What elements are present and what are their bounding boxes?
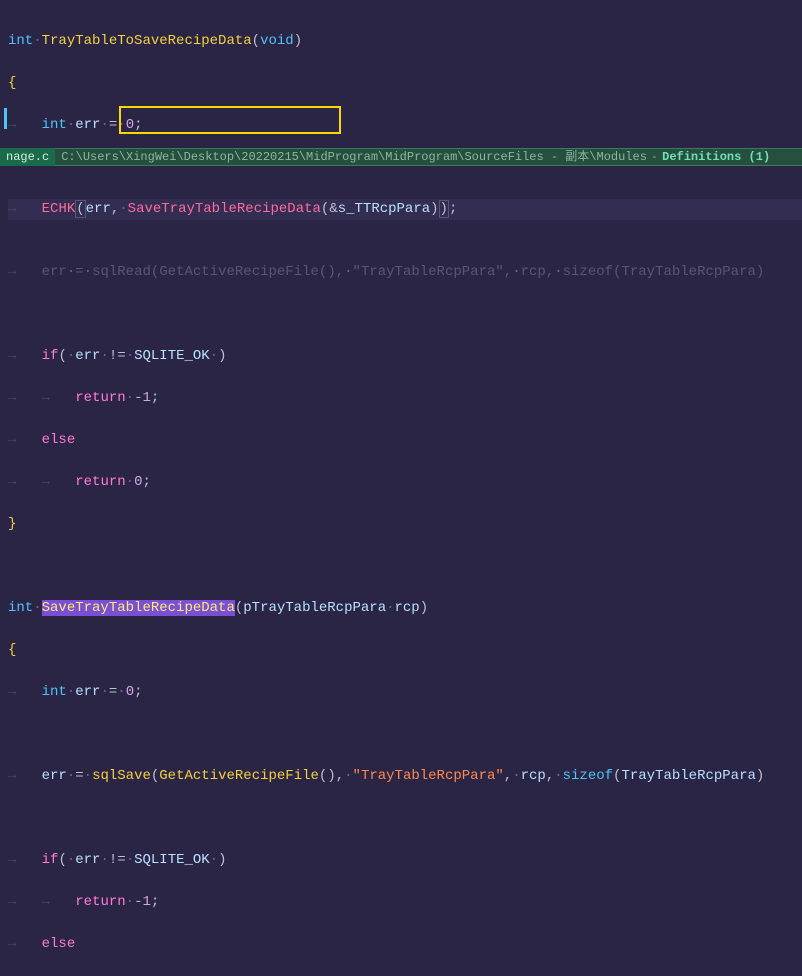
keyword-else: else bbox=[42, 432, 76, 448]
peek-definitions-count[interactable]: Definitions (1) bbox=[662, 148, 770, 166]
selected-function-name: SaveTrayTableRecipeData bbox=[42, 600, 235, 616]
variable: err bbox=[86, 201, 111, 217]
gutter-modified-indicator bbox=[4, 108, 7, 129]
code-line[interactable]: → → return·0; bbox=[8, 472, 802, 493]
code-line[interactable]: → err·=·sqlSave(GetActiveRecipeFile(),·"… bbox=[8, 766, 802, 787]
ws: · bbox=[33, 33, 41, 49]
code-line[interactable]: → int·err·=·0; bbox=[8, 682, 802, 703]
code-line[interactable]: → int·err·=·0; bbox=[8, 115, 802, 136]
keyword: int bbox=[8, 33, 33, 49]
variable: err bbox=[75, 117, 100, 133]
string: "TrayTableRcpPara" bbox=[353, 768, 504, 784]
code-line[interactable] bbox=[8, 808, 802, 829]
code-line[interactable]: → if(·err·!=·SQLITE_OK·) bbox=[8, 850, 802, 871]
function-call: SaveTrayTableRecipeData bbox=[128, 201, 321, 217]
constant: SQLITE_OK bbox=[134, 348, 210, 364]
brace: { bbox=[8, 75, 16, 91]
code-line-highlighted[interactable]: → ECHK(err,·SaveTrayTableRecipeData(&s_T… bbox=[8, 199, 802, 220]
number: 0 bbox=[126, 117, 134, 133]
keyword: int bbox=[42, 117, 67, 133]
code-line[interactable]: → else bbox=[8, 934, 802, 955]
macro: ECHK bbox=[42, 201, 76, 217]
variable: s_TTRcpPara bbox=[338, 201, 430, 217]
code-line[interactable]: → else bbox=[8, 430, 802, 451]
keyword-if: if bbox=[42, 348, 59, 364]
function-call: sqlSave bbox=[92, 768, 151, 784]
code-line[interactable] bbox=[8, 556, 802, 577]
type: pTrayTableRcpPara bbox=[243, 600, 386, 616]
code-line[interactable]: { bbox=[8, 73, 802, 94]
code-line[interactable]: int·SaveTrayTableRecipeData(pTrayTableRc… bbox=[8, 598, 802, 619]
keyword-return: return bbox=[75, 474, 125, 490]
paren: ) bbox=[294, 33, 302, 49]
peek-tab-label[interactable]: nage.c bbox=[0, 148, 55, 166]
type: TrayTableRcpPara bbox=[621, 768, 755, 784]
code-line[interactable]: → if(·err·!=·SQLITE_OK·) bbox=[8, 346, 802, 367]
param: rcp bbox=[395, 600, 420, 616]
code-editor[interactable]: int·TrayTableToSaveRecipeData(void) { → … bbox=[0, 0, 802, 976]
function-name: TrayTableToSaveRecipeData bbox=[42, 33, 252, 49]
keyword-return: return bbox=[75, 894, 125, 910]
code-line[interactable] bbox=[8, 724, 802, 745]
code-line[interactable]: → → return·-1; bbox=[8, 388, 802, 409]
keyword-if: if bbox=[42, 852, 59, 868]
code-line[interactable]: → err·=·sqlRead(GetActiveRecipeFile(),·"… bbox=[8, 262, 802, 283]
keyword-else: else bbox=[42, 936, 76, 952]
peek-definition-bar[interactable]: nage.c C:\Users\XingWei\Desktop\20220215… bbox=[0, 148, 802, 166]
code-line[interactable] bbox=[8, 220, 802, 241]
keyword-void: void bbox=[260, 33, 294, 49]
code-line[interactable]: } bbox=[8, 514, 802, 535]
code-line[interactable]: int·TrayTableToSaveRecipeData(void) bbox=[8, 31, 802, 52]
peek-file-path: C:\Users\XingWei\Desktop\20220215\MidPro… bbox=[61, 148, 647, 166]
keyword-sizeof: sizeof bbox=[563, 768, 613, 784]
code-line[interactable]: { bbox=[8, 640, 802, 661]
indent-icon: → bbox=[8, 201, 16, 217]
code-line[interactable] bbox=[8, 304, 802, 325]
keyword-return: return bbox=[75, 390, 125, 406]
indent-icon: → bbox=[8, 117, 16, 133]
constant: SQLITE_OK bbox=[134, 852, 210, 868]
paren: ( bbox=[252, 33, 260, 49]
code-line[interactable]: → → return·-1; bbox=[8, 892, 802, 913]
function-call: GetActiveRecipeFile bbox=[159, 768, 319, 784]
